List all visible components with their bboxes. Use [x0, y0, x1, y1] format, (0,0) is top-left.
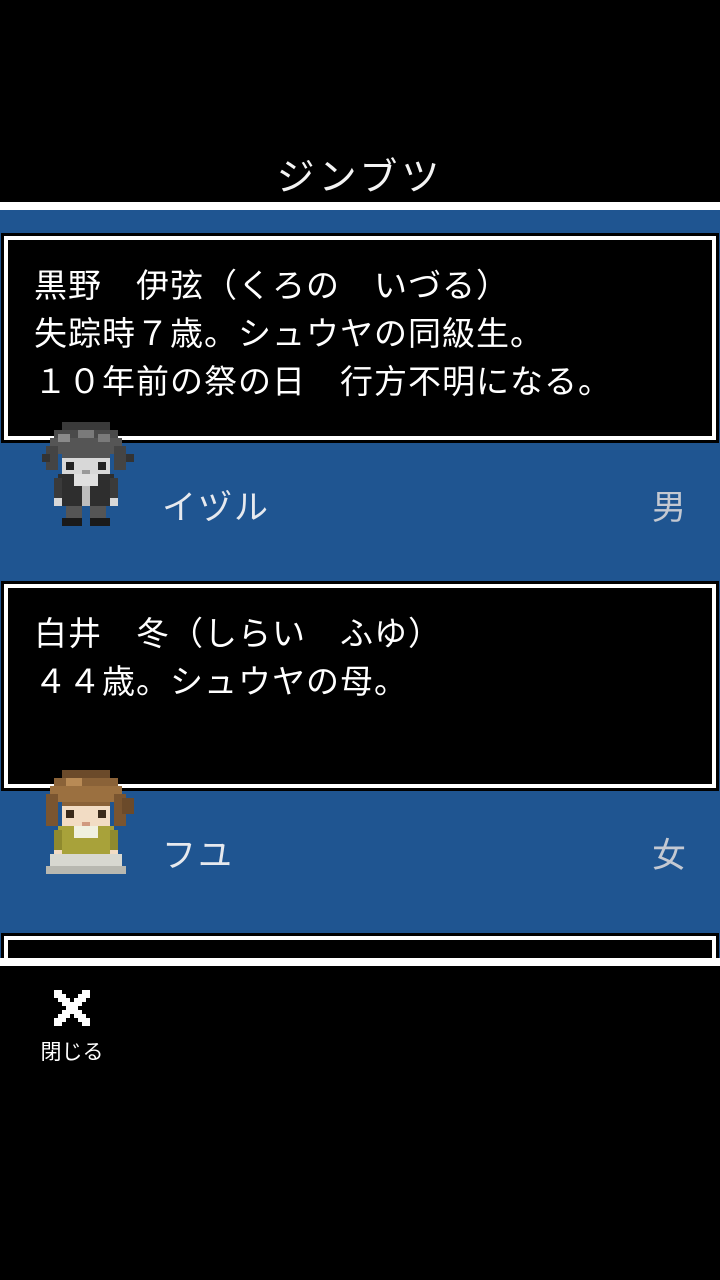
description-line: １０年前の祭の日 行方不明になる。 [34, 362, 612, 401]
character-description-box: 白井 冬（しらい ふゆ） ４４歳。シュウヤの母。 [1, 581, 719, 791]
character-sex: 男 [652, 488, 686, 528]
woman-brown-hair-sprite [46, 770, 134, 874]
character-description-box [1, 933, 719, 958]
character-sex: 女 [652, 836, 686, 876]
character-list-screen: ジンブツ 黒野 伊弦（くろの いづる） 失踪時７歳。シュウヤの同級生。 １０年前… [0, 0, 720, 1280]
close-label: 閉じる [40, 1040, 104, 1064]
character-description-box: 黒野 伊弦（くろの いづる） 失踪時７歳。シュウヤの同級生。 １０年前の祭の日 … [1, 233, 719, 443]
character-entry[interactable]: 黒野 伊弦（くろの いづる） 失踪時７歳。シュウヤの同級生。 １０年前の祭の日 … [0, 210, 720, 556]
description-line: 失踪時７歳。シュウヤの同級生。 [34, 314, 544, 353]
character-list-frame: 黒野 伊弦（くろの いづる） 失踪時７歳。シュウヤの同級生。 １０年前の祭の日 … [0, 202, 720, 966]
description-line: ４４歳。シュウヤの母。 [34, 662, 408, 701]
boy-gray-hair-sprite [42, 422, 134, 526]
close-button[interactable]: 閉じる [30, 984, 114, 1068]
character-list[interactable]: 黒野 伊弦（くろの いづる） 失踪時７歳。シュウヤの同級生。 １０年前の祭の日 … [0, 210, 720, 958]
description-line: 黒野 伊弦（くろの いづる） [34, 266, 510, 305]
close-x-icon [54, 990, 90, 1026]
character-name: フユ [162, 836, 234, 876]
screen-title: ジンブツ [276, 155, 444, 199]
character-name: イヅル [162, 488, 270, 528]
description-line: 白井 冬（しらい ふゆ） [34, 614, 442, 653]
character-entry[interactable]: 白井 冬（しらい ふゆ） ４４歳。シュウヤの母。 フユ 女 [0, 581, 720, 930]
